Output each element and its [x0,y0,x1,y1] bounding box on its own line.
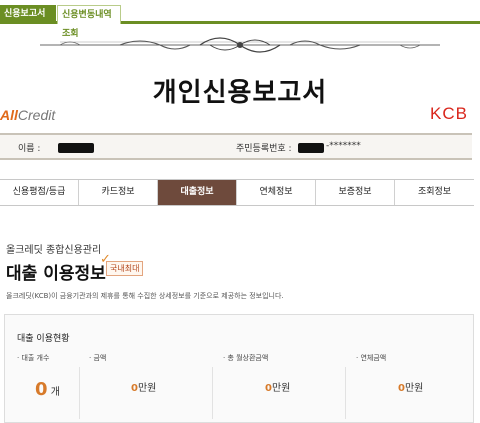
tab-guarantee-info[interactable]: 보증정보 [316,180,395,205]
report-nav-tabs: 신용평점/등급 카드정보 대출정보 연체정보 보증정보 조회정보 [0,179,474,206]
page-title: 개인신용보고서 [152,78,328,108]
top-tab-bar: 신용보고서조회 신용변동내역조회 [0,0,480,39]
section-description: 올크레딧(KCB)이 금융기관과의 제휴를 통해 수집한 상세정보를 기준으로 … [6,292,284,300]
loan-status-title: 대출 이용현황 [17,334,70,344]
monthly-repayment-value: 0만원 [265,383,291,394]
kcb-logo: KCB [430,104,468,123]
divider [212,367,213,419]
tab-delinquency-info[interactable]: 연체정보 [237,180,316,205]
loan-amount-value: 0만원 [131,383,157,394]
tab-credit-report[interactable]: 신용보고서조회 [0,5,56,38]
section-subhead: 올크레딧 종합신용관리 [6,245,102,256]
monthly-repayment-label: · 총 월상환금액 [223,354,269,362]
delinquent-amount-label: · 연체금액 [356,354,387,362]
badge-largest-domestic: 국내최대 [106,261,144,276]
loan-status-panel: 대출 이용현황 · 대출 개수 0 개 · 금액 0만원 · 총 월상환금액 0… [4,314,474,423]
tab-credit-score[interactable]: 신용평점/등급 [0,180,79,205]
delinquent-amount-cell: · 연체금액 0만원 [348,353,460,413]
loan-count-label: · 대출 개수 [17,354,50,362]
delinquent-amount-value: 0만원 [398,383,424,394]
personal-info-bar: 이름 : 주민등록번호 : -******* [0,133,472,160]
divider [79,367,80,419]
ssn-redaction [298,143,324,153]
loan-amount-label: · 금액 [89,354,107,362]
loan-count-value: 0 개 [35,379,60,400]
name-redaction [58,143,94,153]
tab-credit-change-history[interactable]: 신용변동내역조회 [57,5,121,39]
ornament-divider [40,37,440,53]
tab-loan-info[interactable]: 대출정보 [158,180,237,205]
loan-amount-cell: · 금액 0만원 [81,353,193,413]
allcredit-logo: AllCredit [0,107,56,123]
monthly-repayment-cell: · 총 월상환금액 0만원 [215,353,327,413]
ssn-mask: -******* [326,141,361,151]
ssn-label: 주민등록번호 : [236,144,292,154]
section-title: 대출 이용정보 [6,264,106,284]
name-label: 이름 : [18,144,41,154]
tab-inquiry-info[interactable]: 조회정보 [395,180,474,205]
tab-card-info[interactable]: 카드정보 [79,180,158,205]
divider [345,367,346,419]
